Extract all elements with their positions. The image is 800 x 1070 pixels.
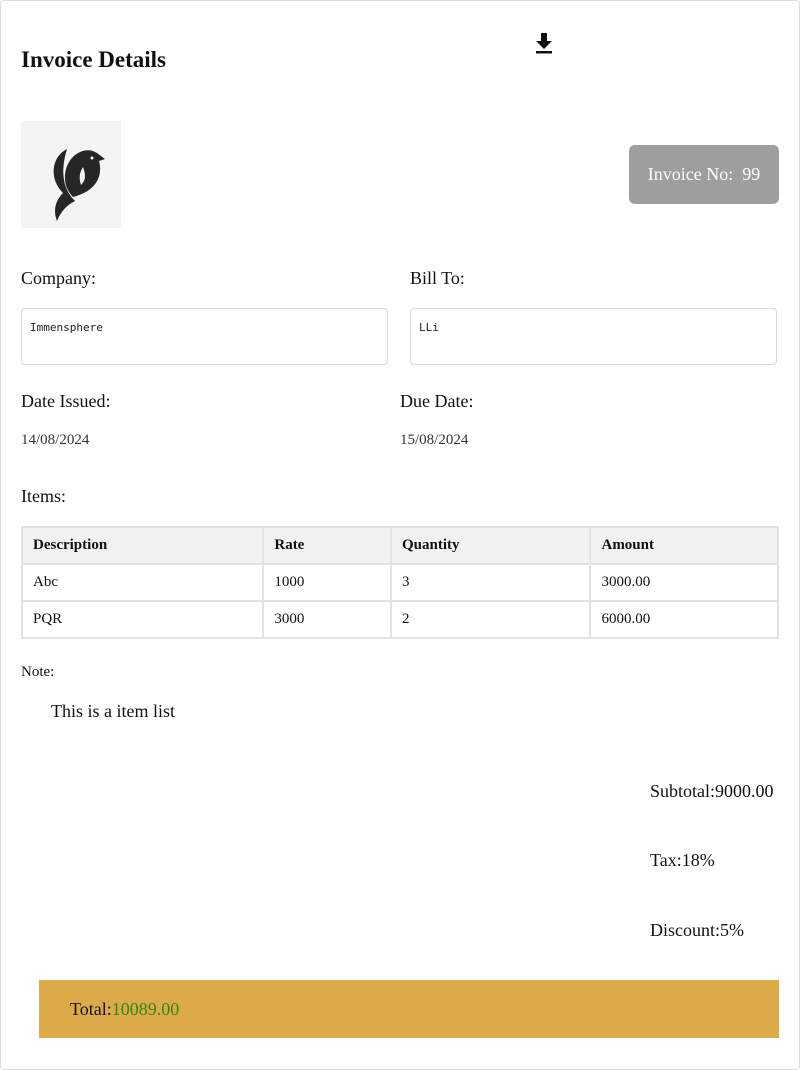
- download-icon: [536, 33, 552, 54]
- due-date-value: 15/08/2024: [400, 432, 469, 448]
- total-value: 10089.00: [111, 998, 180, 1019]
- item-amount: 3000.00: [589, 563, 779, 602]
- total-bar: Total: 10089.00: [39, 980, 779, 1038]
- item-rate: 1000: [262, 563, 393, 602]
- total-label: Total:: [70, 998, 112, 1019]
- date-issued-value: 14/08/2024: [21, 432, 90, 448]
- table-row: Abc 1000 3 3000.00: [20, 563, 779, 602]
- column-header-rate: Rate: [262, 526, 393, 565]
- items-label: Items:: [21, 486, 66, 506]
- invoice-number-value: 99: [742, 164, 761, 184]
- company-label: Company:: [21, 268, 96, 288]
- discount-text: Discount:5%: [650, 920, 744, 940]
- item-quantity: 2: [390, 600, 592, 639]
- bill-to-field[interactable]: LLi: [410, 308, 777, 365]
- note-label: Note:: [21, 664, 55, 680]
- item-rate: 3000: [262, 600, 393, 639]
- page-title: Invoice Details: [21, 47, 167, 72]
- column-header-description: Description: [20, 526, 265, 565]
- note-text: This is a item list: [51, 701, 175, 721]
- column-header-amount: Amount: [589, 526, 779, 565]
- bird-logo: [53, 149, 105, 221]
- bill-to-label: Bill To:: [410, 268, 465, 288]
- items-table: Description Rate Quantity Amount Abc 100…: [20, 526, 779, 639]
- column-header-quantity: Quantity: [390, 526, 592, 565]
- item-description: Abc: [20, 563, 265, 602]
- company-field[interactable]: Immensphere: [21, 308, 388, 365]
- item-quantity: 3: [390, 563, 592, 602]
- due-date-label: Due Date:: [400, 391, 474, 411]
- table-header-row: Description Rate Quantity Amount: [20, 526, 779, 565]
- item-amount: 6000.00: [589, 600, 779, 639]
- date-issued-label: Date Issued:: [21, 391, 111, 411]
- table-row: PQR 3000 2 6000.00: [20, 600, 779, 639]
- invoice-number-label: Invoice No:: [647, 164, 734, 184]
- tax-text: Tax:18%: [650, 850, 715, 870]
- subtotal-text: Subtotal:9000.00: [650, 781, 774, 801]
- company-logo: [21, 121, 121, 228]
- download-button[interactable]: [532, 30, 556, 56]
- invoice-number-badge: Invoice No: 99: [629, 145, 779, 204]
- item-description: PQR: [20, 600, 265, 639]
